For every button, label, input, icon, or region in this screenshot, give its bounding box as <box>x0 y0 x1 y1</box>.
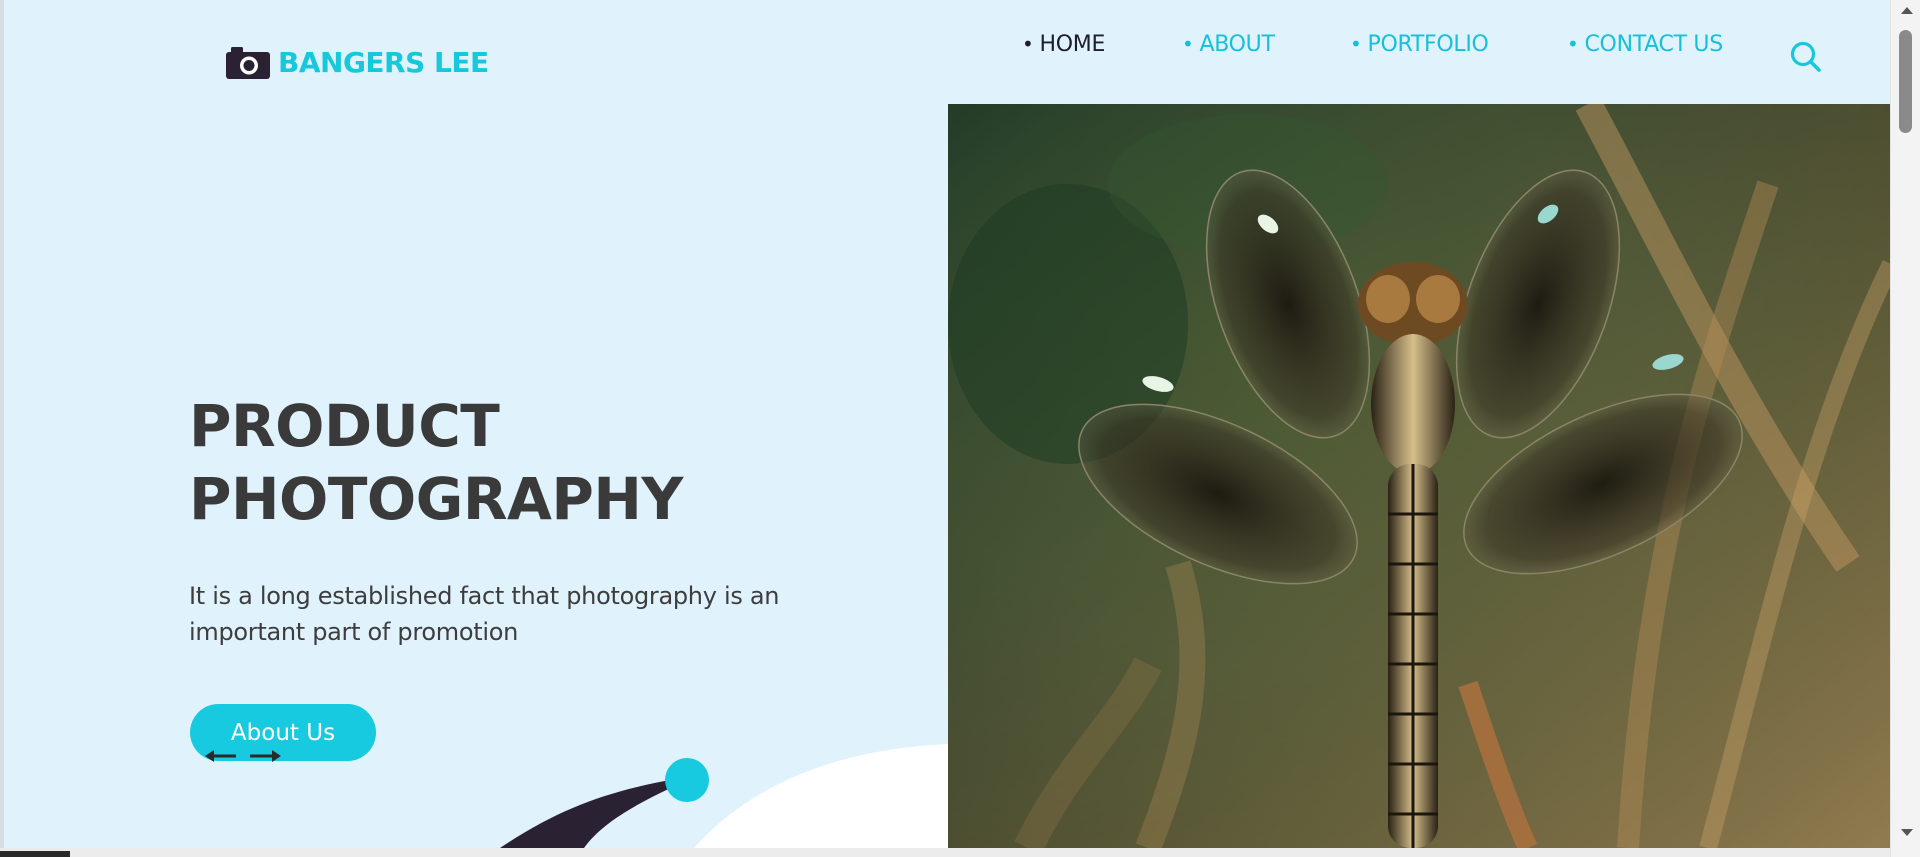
scroll-down-arrow-icon[interactable] <box>1901 829 1913 836</box>
nav-bullet: • <box>1567 32 1579 56</box>
nav-bullet: • <box>1182 32 1194 56</box>
search-icon <box>1790 41 1821 72</box>
nav-portfolio-label: PORTFOLIO <box>1367 31 1489 57</box>
decorative-swoosh <box>500 744 948 848</box>
nav-home-label: HOME <box>1039 31 1106 57</box>
arrow-left-icon[interactable] <box>204 748 238 764</box>
nav-contact-us-label: CONTACT US <box>1584 31 1724 57</box>
nav-home[interactable]: • HOME <box>1022 32 1105 57</box>
page: BANGERS LEE • HOME • ABOUT • PORTFOLIO •… <box>0 0 1891 848</box>
nav-bullet: • <box>1022 32 1034 56</box>
nav-bullet: • <box>1350 32 1362 56</box>
scroll-up-arrow-icon[interactable] <box>1901 7 1913 14</box>
scrollbar-thumb[interactable] <box>1899 30 1912 133</box>
vertical-scrollbar[interactable] <box>1890 0 1920 857</box>
nav-about-label: ABOUT <box>1199 31 1275 57</box>
search-button[interactable] <box>1789 40 1823 74</box>
nav-contact-us[interactable]: • CONTACT US <box>1567 32 1723 57</box>
dragonfly-photo <box>948 104 1891 848</box>
bottom-bar-segment <box>0 851 70 857</box>
nav-portfolio[interactable]: • PORTFOLIO <box>1350 32 1489 57</box>
arrow-right-icon[interactable] <box>248 748 282 764</box>
hero-image-dragonfly <box>948 104 1891 848</box>
bottom-bar <box>0 848 1891 857</box>
nav-about[interactable]: • ABOUT <box>1182 32 1275 57</box>
